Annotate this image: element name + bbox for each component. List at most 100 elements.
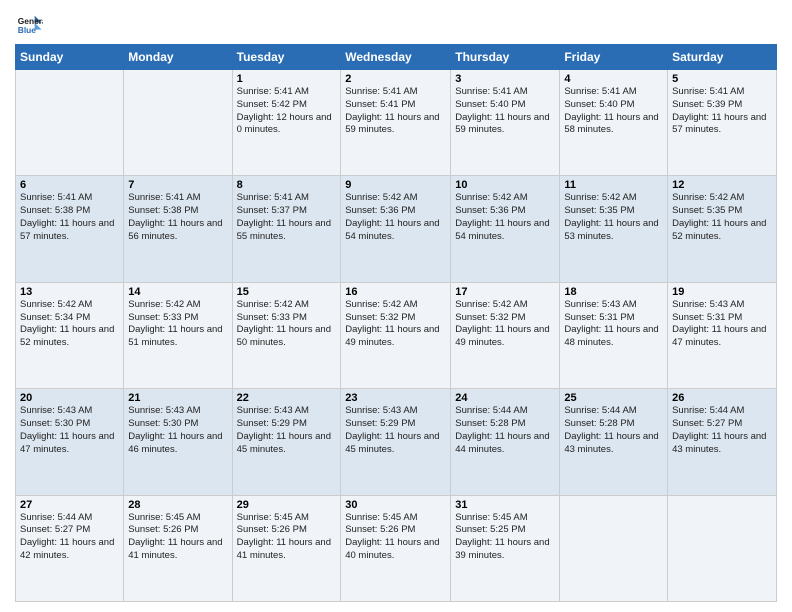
day-number: 29 xyxy=(237,499,337,511)
day-number: 17 xyxy=(455,286,555,298)
day-number: 19 xyxy=(672,286,772,298)
day-detail: Sunrise: 5:43 AM Sunset: 5:29 PM Dayligh… xyxy=(345,405,446,456)
day-number: 5 xyxy=(672,73,772,85)
calendar-cell: 21Sunrise: 5:43 AM Sunset: 5:30 PM Dayli… xyxy=(124,389,232,495)
calendar-cell: 28Sunrise: 5:45 AM Sunset: 5:26 PM Dayli… xyxy=(124,495,232,601)
calendar-cell xyxy=(16,70,124,176)
day-detail: Sunrise: 5:44 AM Sunset: 5:28 PM Dayligh… xyxy=(564,405,663,456)
day-detail: Sunrise: 5:42 AM Sunset: 5:32 PM Dayligh… xyxy=(455,299,555,350)
day-detail: Sunrise: 5:41 AM Sunset: 5:40 PM Dayligh… xyxy=(455,86,555,137)
day-number: 23 xyxy=(345,392,446,404)
day-number: 10 xyxy=(455,179,555,191)
calendar-cell: 19Sunrise: 5:43 AM Sunset: 5:31 PM Dayli… xyxy=(668,282,777,388)
day-number: 26 xyxy=(672,392,772,404)
day-detail: Sunrise: 5:42 AM Sunset: 5:35 PM Dayligh… xyxy=(564,192,663,243)
calendar-cell: 11Sunrise: 5:42 AM Sunset: 5:35 PM Dayli… xyxy=(560,176,668,282)
day-detail: Sunrise: 5:43 AM Sunset: 5:29 PM Dayligh… xyxy=(237,405,337,456)
day-detail: Sunrise: 5:42 AM Sunset: 5:33 PM Dayligh… xyxy=(237,299,337,350)
day-number: 18 xyxy=(564,286,663,298)
day-header-sunday: Sunday xyxy=(16,45,124,70)
calendar-cell: 9Sunrise: 5:42 AM Sunset: 5:36 PM Daylig… xyxy=(341,176,451,282)
day-detail: Sunrise: 5:42 AM Sunset: 5:36 PM Dayligh… xyxy=(345,192,446,243)
calendar-cell xyxy=(560,495,668,601)
calendar-cell: 22Sunrise: 5:43 AM Sunset: 5:29 PM Dayli… xyxy=(232,389,341,495)
day-detail: Sunrise: 5:42 AM Sunset: 5:36 PM Dayligh… xyxy=(455,192,555,243)
calendar-cell: 27Sunrise: 5:44 AM Sunset: 5:27 PM Dayli… xyxy=(16,495,124,601)
calendar-cell xyxy=(124,70,232,176)
day-detail: Sunrise: 5:43 AM Sunset: 5:30 PM Dayligh… xyxy=(128,405,227,456)
day-detail: Sunrise: 5:41 AM Sunset: 5:38 PM Dayligh… xyxy=(128,192,227,243)
calendar-cell: 4Sunrise: 5:41 AM Sunset: 5:40 PM Daylig… xyxy=(560,70,668,176)
calendar-cell: 25Sunrise: 5:44 AM Sunset: 5:28 PM Dayli… xyxy=(560,389,668,495)
day-detail: Sunrise: 5:45 AM Sunset: 5:25 PM Dayligh… xyxy=(455,512,555,563)
calendar-cell: 26Sunrise: 5:44 AM Sunset: 5:27 PM Dayli… xyxy=(668,389,777,495)
day-number: 21 xyxy=(128,392,227,404)
day-detail: Sunrise: 5:45 AM Sunset: 5:26 PM Dayligh… xyxy=(345,512,446,563)
day-header-monday: Monday xyxy=(124,45,232,70)
day-detail: Sunrise: 5:41 AM Sunset: 5:42 PM Dayligh… xyxy=(237,86,337,137)
day-number: 13 xyxy=(20,286,119,298)
day-number: 14 xyxy=(128,286,227,298)
calendar-cell: 29Sunrise: 5:45 AM Sunset: 5:26 PM Dayli… xyxy=(232,495,341,601)
calendar-cell: 12Sunrise: 5:42 AM Sunset: 5:35 PM Dayli… xyxy=(668,176,777,282)
day-detail: Sunrise: 5:42 AM Sunset: 5:34 PM Dayligh… xyxy=(20,299,119,350)
day-detail: Sunrise: 5:42 AM Sunset: 5:33 PM Dayligh… xyxy=(128,299,227,350)
day-detail: Sunrise: 5:41 AM Sunset: 5:39 PM Dayligh… xyxy=(672,86,772,137)
calendar-week-5: 27Sunrise: 5:44 AM Sunset: 5:27 PM Dayli… xyxy=(16,495,777,601)
page: General Blue SundayMondayTuesdayWednesda… xyxy=(0,0,792,612)
day-detail: Sunrise: 5:45 AM Sunset: 5:26 PM Dayligh… xyxy=(128,512,227,563)
day-number: 7 xyxy=(128,179,227,191)
day-detail: Sunrise: 5:44 AM Sunset: 5:28 PM Dayligh… xyxy=(455,405,555,456)
logo-icon: General Blue xyxy=(15,10,43,38)
day-detail: Sunrise: 5:42 AM Sunset: 5:32 PM Dayligh… xyxy=(345,299,446,350)
day-header-wednesday: Wednesday xyxy=(341,45,451,70)
day-number: 27 xyxy=(20,499,119,511)
day-number: 1 xyxy=(237,73,337,85)
calendar-cell: 31Sunrise: 5:45 AM Sunset: 5:25 PM Dayli… xyxy=(451,495,560,601)
calendar-cell: 24Sunrise: 5:44 AM Sunset: 5:28 PM Dayli… xyxy=(451,389,560,495)
calendar-cell: 10Sunrise: 5:42 AM Sunset: 5:36 PM Dayli… xyxy=(451,176,560,282)
calendar-cell: 14Sunrise: 5:42 AM Sunset: 5:33 PM Dayli… xyxy=(124,282,232,388)
day-number: 11 xyxy=(564,179,663,191)
day-number: 24 xyxy=(455,392,555,404)
day-detail: Sunrise: 5:44 AM Sunset: 5:27 PM Dayligh… xyxy=(20,512,119,563)
day-detail: Sunrise: 5:42 AM Sunset: 5:35 PM Dayligh… xyxy=(672,192,772,243)
day-number: 16 xyxy=(345,286,446,298)
calendar-cell: 13Sunrise: 5:42 AM Sunset: 5:34 PM Dayli… xyxy=(16,282,124,388)
calendar-cell: 20Sunrise: 5:43 AM Sunset: 5:30 PM Dayli… xyxy=(16,389,124,495)
day-number: 31 xyxy=(455,499,555,511)
day-number: 6 xyxy=(20,179,119,191)
calendar-cell: 17Sunrise: 5:42 AM Sunset: 5:32 PM Dayli… xyxy=(451,282,560,388)
day-number: 22 xyxy=(237,392,337,404)
header: General Blue xyxy=(15,10,777,38)
logo: General Blue xyxy=(15,10,43,38)
day-number: 28 xyxy=(128,499,227,511)
day-detail: Sunrise: 5:43 AM Sunset: 5:31 PM Dayligh… xyxy=(564,299,663,350)
day-number: 8 xyxy=(237,179,337,191)
day-number: 30 xyxy=(345,499,446,511)
calendar-cell: 1Sunrise: 5:41 AM Sunset: 5:42 PM Daylig… xyxy=(232,70,341,176)
day-detail: Sunrise: 5:43 AM Sunset: 5:31 PM Dayligh… xyxy=(672,299,772,350)
calendar-cell: 7Sunrise: 5:41 AM Sunset: 5:38 PM Daylig… xyxy=(124,176,232,282)
calendar-cell: 5Sunrise: 5:41 AM Sunset: 5:39 PM Daylig… xyxy=(668,70,777,176)
day-detail: Sunrise: 5:43 AM Sunset: 5:30 PM Dayligh… xyxy=(20,405,119,456)
calendar-cell: 30Sunrise: 5:45 AM Sunset: 5:26 PM Dayli… xyxy=(341,495,451,601)
calendar-week-4: 20Sunrise: 5:43 AM Sunset: 5:30 PM Dayli… xyxy=(16,389,777,495)
day-number: 12 xyxy=(672,179,772,191)
calendar-cell xyxy=(668,495,777,601)
day-header-saturday: Saturday xyxy=(668,45,777,70)
day-detail: Sunrise: 5:45 AM Sunset: 5:26 PM Dayligh… xyxy=(237,512,337,563)
day-number: 15 xyxy=(237,286,337,298)
svg-text:Blue: Blue xyxy=(18,25,36,35)
day-detail: Sunrise: 5:41 AM Sunset: 5:41 PM Dayligh… xyxy=(345,86,446,137)
calendar-cell: 8Sunrise: 5:41 AM Sunset: 5:37 PM Daylig… xyxy=(232,176,341,282)
day-number: 20 xyxy=(20,392,119,404)
calendar-cell: 2Sunrise: 5:41 AM Sunset: 5:41 PM Daylig… xyxy=(341,70,451,176)
day-header-thursday: Thursday xyxy=(451,45,560,70)
calendar-cell: 15Sunrise: 5:42 AM Sunset: 5:33 PM Dayli… xyxy=(232,282,341,388)
day-number: 3 xyxy=(455,73,555,85)
calendar-cell: 16Sunrise: 5:42 AM Sunset: 5:32 PM Dayli… xyxy=(341,282,451,388)
day-number: 25 xyxy=(564,392,663,404)
day-header-tuesday: Tuesday xyxy=(232,45,341,70)
calendar-week-1: 1Sunrise: 5:41 AM Sunset: 5:42 PM Daylig… xyxy=(16,70,777,176)
